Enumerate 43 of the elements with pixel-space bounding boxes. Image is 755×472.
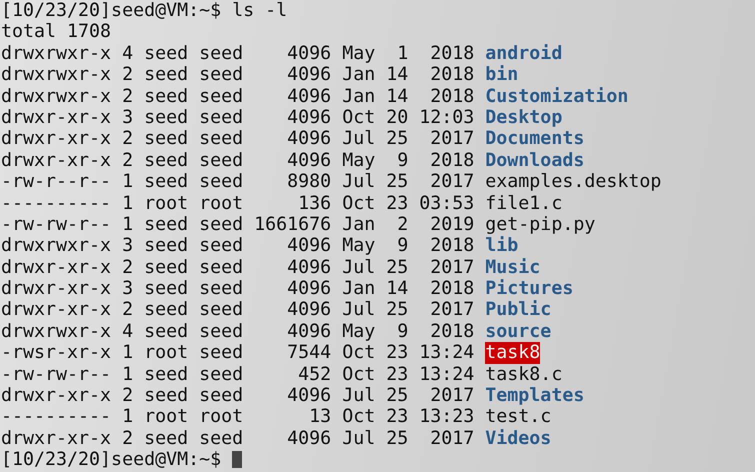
file-details: -rw-r--r-- 1 seed seed 8980 Jul 25 2017	[1, 171, 474, 193]
file-name: Documents	[485, 128, 584, 150]
file-name: Desktop	[485, 106, 562, 128]
file-name: Videos	[485, 428, 552, 450]
file-name: bin	[485, 64, 518, 86]
file-details: -rw-rw-r-- 1 seed seed 452 Oct 23 13:24	[1, 364, 474, 386]
file-name: task8.c	[485, 364, 562, 386]
prompt: [10/23/20]seed@VM:~$	[1, 0, 222, 22]
file-details: drwxr-xr-x 2 seed seed 4096 Jul 25 2017	[1, 128, 474, 150]
file-details: -rwsr-xr-x 1 root seed 7544 Oct 23 13:24	[1, 342, 474, 364]
file-details: -rw-rw-r-- 1 seed seed 1661676 Jan 2 2019	[1, 214, 474, 236]
file-details: drwxrwxr-x 3 seed seed 4096 May 9 2018	[1, 235, 474, 257]
file-name: test.c	[485, 406, 552, 428]
file-details: drwxr-xr-x 3 seed seed 4096 Jan 14 2018	[1, 278, 474, 300]
file-name: android	[485, 42, 562, 64]
file-name: Public	[485, 299, 552, 321]
file-details: drwxrwxr-x 2 seed seed 4096 Jan 14 2018	[1, 86, 474, 107]
file-details: ---------- 1 root root 13 Oct 23 13:23	[1, 406, 474, 428]
file-details: drwxr-xr-x 3 seed seed 4096 Oct 20 12:03	[1, 106, 474, 128]
file-details: drwxrwxr-x 2 seed seed 4096 Jan 14 2018	[1, 64, 474, 86]
file-details: drwxr-xr-x 2 seed seed 4096 Jul 25 2017	[1, 385, 474, 406]
cursor	[232, 451, 242, 468]
total-line: total 1708	[1, 21, 112, 43]
file-details: drwxrwxr-x 4 seed seed 4096 May 1 2018	[1, 42, 474, 64]
file-name: file1.c	[485, 192, 562, 214]
file-name: Music	[485, 256, 540, 278]
file-details: drwxr-xr-x 2 seed seed 4096 Jul 25 2017	[1, 256, 474, 278]
file-details: drwxrwxr-x 4 seed seed 4096 May 9 2018	[1, 320, 474, 342]
file-name: Downloads	[485, 150, 584, 172]
file-name: source	[485, 320, 552, 342]
file-details: ---------- 1 root root 136 Oct 23 03:53	[1, 192, 474, 214]
command: ls -l	[232, 0, 288, 22]
file-name: Pictures	[485, 278, 574, 300]
file-name: task8	[485, 342, 540, 364]
file-name: Templates	[485, 385, 584, 406]
prompt: [10/23/20]seed@VM:~$	[1, 449, 222, 471]
file-name: examples.desktop	[485, 171, 662, 193]
file-name: Customization	[485, 86, 628, 107]
file-details: drwxr-xr-x 2 seed seed 4096 Jul 25 2017	[1, 428, 474, 450]
file-details: drwxr-xr-x 2 seed seed 4096 May 9 2018	[1, 150, 474, 172]
file-name: get-pip.py	[485, 214, 596, 236]
file-name: lib	[485, 235, 518, 257]
file-details: drwxr-xr-x 2 seed seed 4096 Jul 25 2017	[1, 299, 474, 321]
